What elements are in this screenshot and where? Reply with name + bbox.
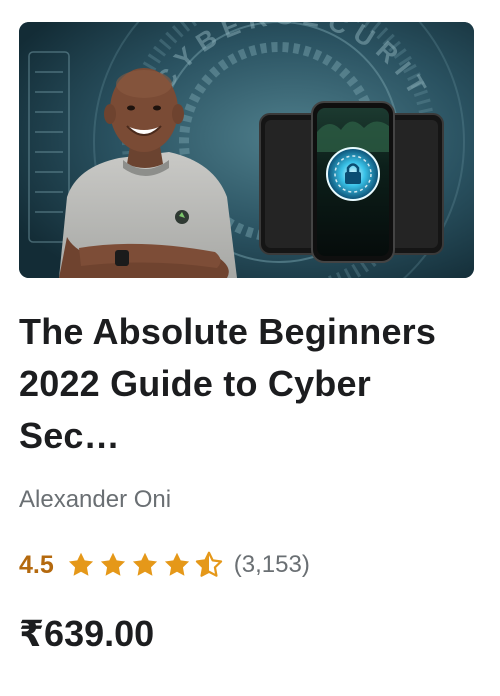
course-price: ₹639.00 (19, 613, 155, 654)
rating-row: 4.5 (3,153) (19, 546, 310, 584)
star-icon (98, 550, 128, 580)
course-title[interactable]: The Absolute Beginners 2022 Guide to Cyb… (19, 306, 479, 462)
star-rating (66, 550, 226, 580)
star-icon (130, 550, 160, 580)
instructor-name: Alexander Oni (19, 486, 172, 513)
rating-value: 4.5 (19, 550, 54, 579)
star-icon (162, 550, 192, 580)
course-thumbnail[interactable]: CYBERSECURITY (19, 22, 474, 278)
rating-count: (3,153) (233, 551, 310, 578)
half-star-icon (194, 550, 224, 580)
phones-graphic (259, 101, 444, 263)
course-card[interactable]: CYBERSECURITY (0, 0, 500, 696)
star-icon (66, 550, 96, 580)
